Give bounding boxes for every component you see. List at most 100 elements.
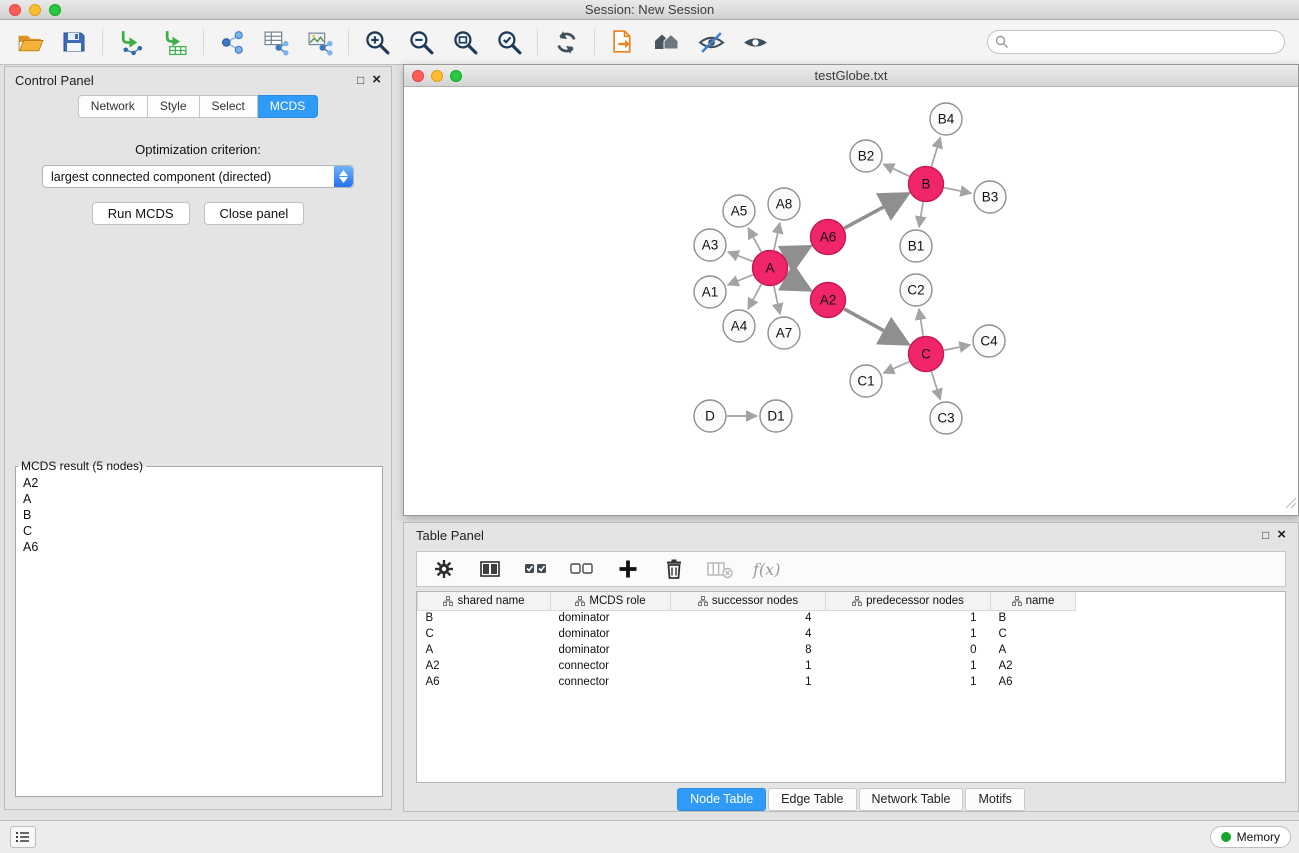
- deselect-all-icon[interactable]: [569, 556, 595, 582]
- network-table-icon[interactable]: [260, 26, 292, 58]
- visual-style-icon[interactable]: [695, 26, 727, 58]
- graph-edge-C-C3[interactable]: [932, 372, 941, 400]
- network-share-icon[interactable]: [216, 26, 248, 58]
- settings-gear-icon[interactable]: [431, 556, 457, 582]
- zoom-fit-icon[interactable]: [449, 26, 481, 58]
- float-panel-icon[interactable]: □: [357, 73, 364, 87]
- graph-edge-A6-B[interactable]: [844, 194, 908, 228]
- save-session-icon[interactable]: [58, 26, 90, 58]
- graph-edge-C-C1[interactable]: [883, 362, 909, 374]
- table-cell-filler: [1076, 626, 1286, 642]
- minimize-window-button[interactable]: [29, 4, 41, 16]
- table-tab-network-table[interactable]: Network Table: [859, 788, 964, 811]
- zoom-in-icon[interactable]: [361, 26, 393, 58]
- graph-edge-C-C2[interactable]: [919, 309, 923, 336]
- graph-edge-A-A5[interactable]: [748, 228, 761, 252]
- graph-edge-A-A6[interactable]: [786, 247, 810, 260]
- graph-edge-B-B3[interactable]: [944, 188, 971, 194]
- memory-button[interactable]: Memory: [1210, 826, 1291, 848]
- graph-edge-A-A8[interactable]: [774, 223, 780, 250]
- table-cell-filler: [1076, 610, 1286, 626]
- export-document-icon[interactable]: [607, 26, 639, 58]
- table-cell: A2: [991, 658, 1076, 674]
- resize-grip-icon[interactable]: [1285, 496, 1297, 514]
- task-list-icon[interactable]: [10, 826, 36, 848]
- search-icon: [995, 35, 1009, 54]
- table-row[interactable]: A6connector11A6: [418, 674, 1286, 690]
- network-zoom-button[interactable]: [450, 70, 462, 82]
- close-window-button[interactable]: [9, 4, 21, 16]
- add-row-icon[interactable]: [615, 556, 641, 582]
- table-row[interactable]: Bdominator41B: [418, 610, 1286, 626]
- network-close-button[interactable]: [412, 70, 424, 82]
- network-window-titlebar[interactable]: testGlobe.txt: [404, 65, 1298, 87]
- table-toolbar: f(x): [416, 551, 1286, 587]
- table-cell-filler: [1076, 658, 1286, 674]
- eye-icon[interactable]: [739, 26, 771, 58]
- graph-edge-C-C4[interactable]: [944, 345, 970, 350]
- graph-edge-B-B1[interactable]: [919, 202, 923, 227]
- graph-edge-B-B2[interactable]: [883, 164, 909, 176]
- graph-edge-A-A3[interactable]: [728, 252, 753, 262]
- column-header-successor-nodes[interactable]: successor nodes: [671, 592, 826, 610]
- result-item[interactable]: C: [19, 523, 379, 539]
- tab-network[interactable]: Network: [78, 95, 148, 118]
- network-canvas[interactable]: B4B2BB3A5A8A6A3B1AA1C2A2A4A7CC4C1C3DD1: [404, 87, 1298, 515]
- network-image-icon[interactable]: [304, 26, 336, 58]
- run-mcds-button[interactable]: Run MCDS: [92, 202, 190, 225]
- zoom-out-icon[interactable]: [405, 26, 437, 58]
- table-tab-motifs[interactable]: Motifs: [965, 788, 1024, 811]
- select-all-icon[interactable]: [523, 556, 549, 582]
- close-panel-icon[interactable]: ×: [372, 74, 381, 86]
- result-item[interactable]: A2: [19, 475, 379, 491]
- search-input[interactable]: [987, 30, 1285, 54]
- import-table-icon[interactable]: [159, 26, 191, 58]
- table-tab-edge-table[interactable]: Edge Table: [768, 788, 856, 811]
- result-item[interactable]: A: [19, 491, 379, 507]
- tab-style[interactable]: Style: [148, 95, 200, 118]
- result-item[interactable]: A6: [19, 539, 379, 555]
- tab-select[interactable]: Select: [200, 95, 258, 118]
- float-table-panel-icon[interactable]: □: [1262, 528, 1269, 542]
- column-header-shared-name[interactable]: shared name: [418, 592, 551, 610]
- table-cell: 0: [826, 642, 991, 658]
- network-view-window: testGlobe.txt B4B2BB3A5A8A6A3B1AA1C2A2A4…: [403, 64, 1299, 516]
- table-cell: C: [991, 626, 1076, 642]
- graph-node-label-A4: A4: [731, 319, 748, 334]
- close-panel-button[interactable]: Close panel: [204, 202, 305, 225]
- column-header-name[interactable]: name: [991, 592, 1076, 610]
- zoom-selected-icon[interactable]: [493, 26, 525, 58]
- import-network-icon[interactable]: [115, 26, 147, 58]
- table-row[interactable]: A2connector11A2: [418, 658, 1286, 674]
- graph-edge-A-A2[interactable]: [786, 277, 810, 290]
- refresh-icon[interactable]: [550, 26, 582, 58]
- graph-node-label-D1: D1: [767, 409, 784, 424]
- column-header-predecessor-nodes[interactable]: predecessor nodes: [826, 592, 991, 610]
- graph-edge-A-A7[interactable]: [774, 286, 780, 314]
- open-folder-icon[interactable]: [14, 26, 46, 58]
- tab-mcds[interactable]: MCDS: [258, 95, 318, 118]
- delete-row-icon[interactable]: [661, 556, 687, 582]
- table-row[interactable]: Adominator80A: [418, 642, 1286, 658]
- network-minimize-button[interactable]: [431, 70, 443, 82]
- graph-edge-A2-C[interactable]: [844, 309, 908, 344]
- column-header-MCDS-role[interactable]: MCDS role: [551, 592, 671, 610]
- graph-edge-A-A1[interactable]: [728, 275, 753, 285]
- close-table-panel-icon[interactable]: ×: [1277, 529, 1286, 541]
- graph-edge-A-A4[interactable]: [748, 284, 761, 309]
- dropdown-stepper-icon: [334, 166, 353, 187]
- zoom-window-button[interactable]: [49, 4, 61, 16]
- window-titlebar: Session: New Session: [0, 0, 1299, 20]
- table-panel-title: Table Panel: [416, 528, 484, 543]
- network-traffic-lights: [412, 70, 462, 82]
- column-type-icon: [443, 596, 453, 606]
- graph-node-label-C: C: [921, 347, 931, 362]
- mcds-result-list[interactable]: A2ABCA6: [19, 475, 379, 793]
- show-columns-icon[interactable]: [477, 556, 503, 582]
- table-row[interactable]: Cdominator41C: [418, 626, 1286, 642]
- graph-edge-B-B4[interactable]: [931, 137, 940, 166]
- table-tab-node-table[interactable]: Node Table: [677, 788, 766, 811]
- home-icon[interactable]: [651, 26, 683, 58]
- criterion-dropdown[interactable]: largest connected component (directed): [42, 165, 354, 188]
- result-item[interactable]: B: [19, 507, 379, 523]
